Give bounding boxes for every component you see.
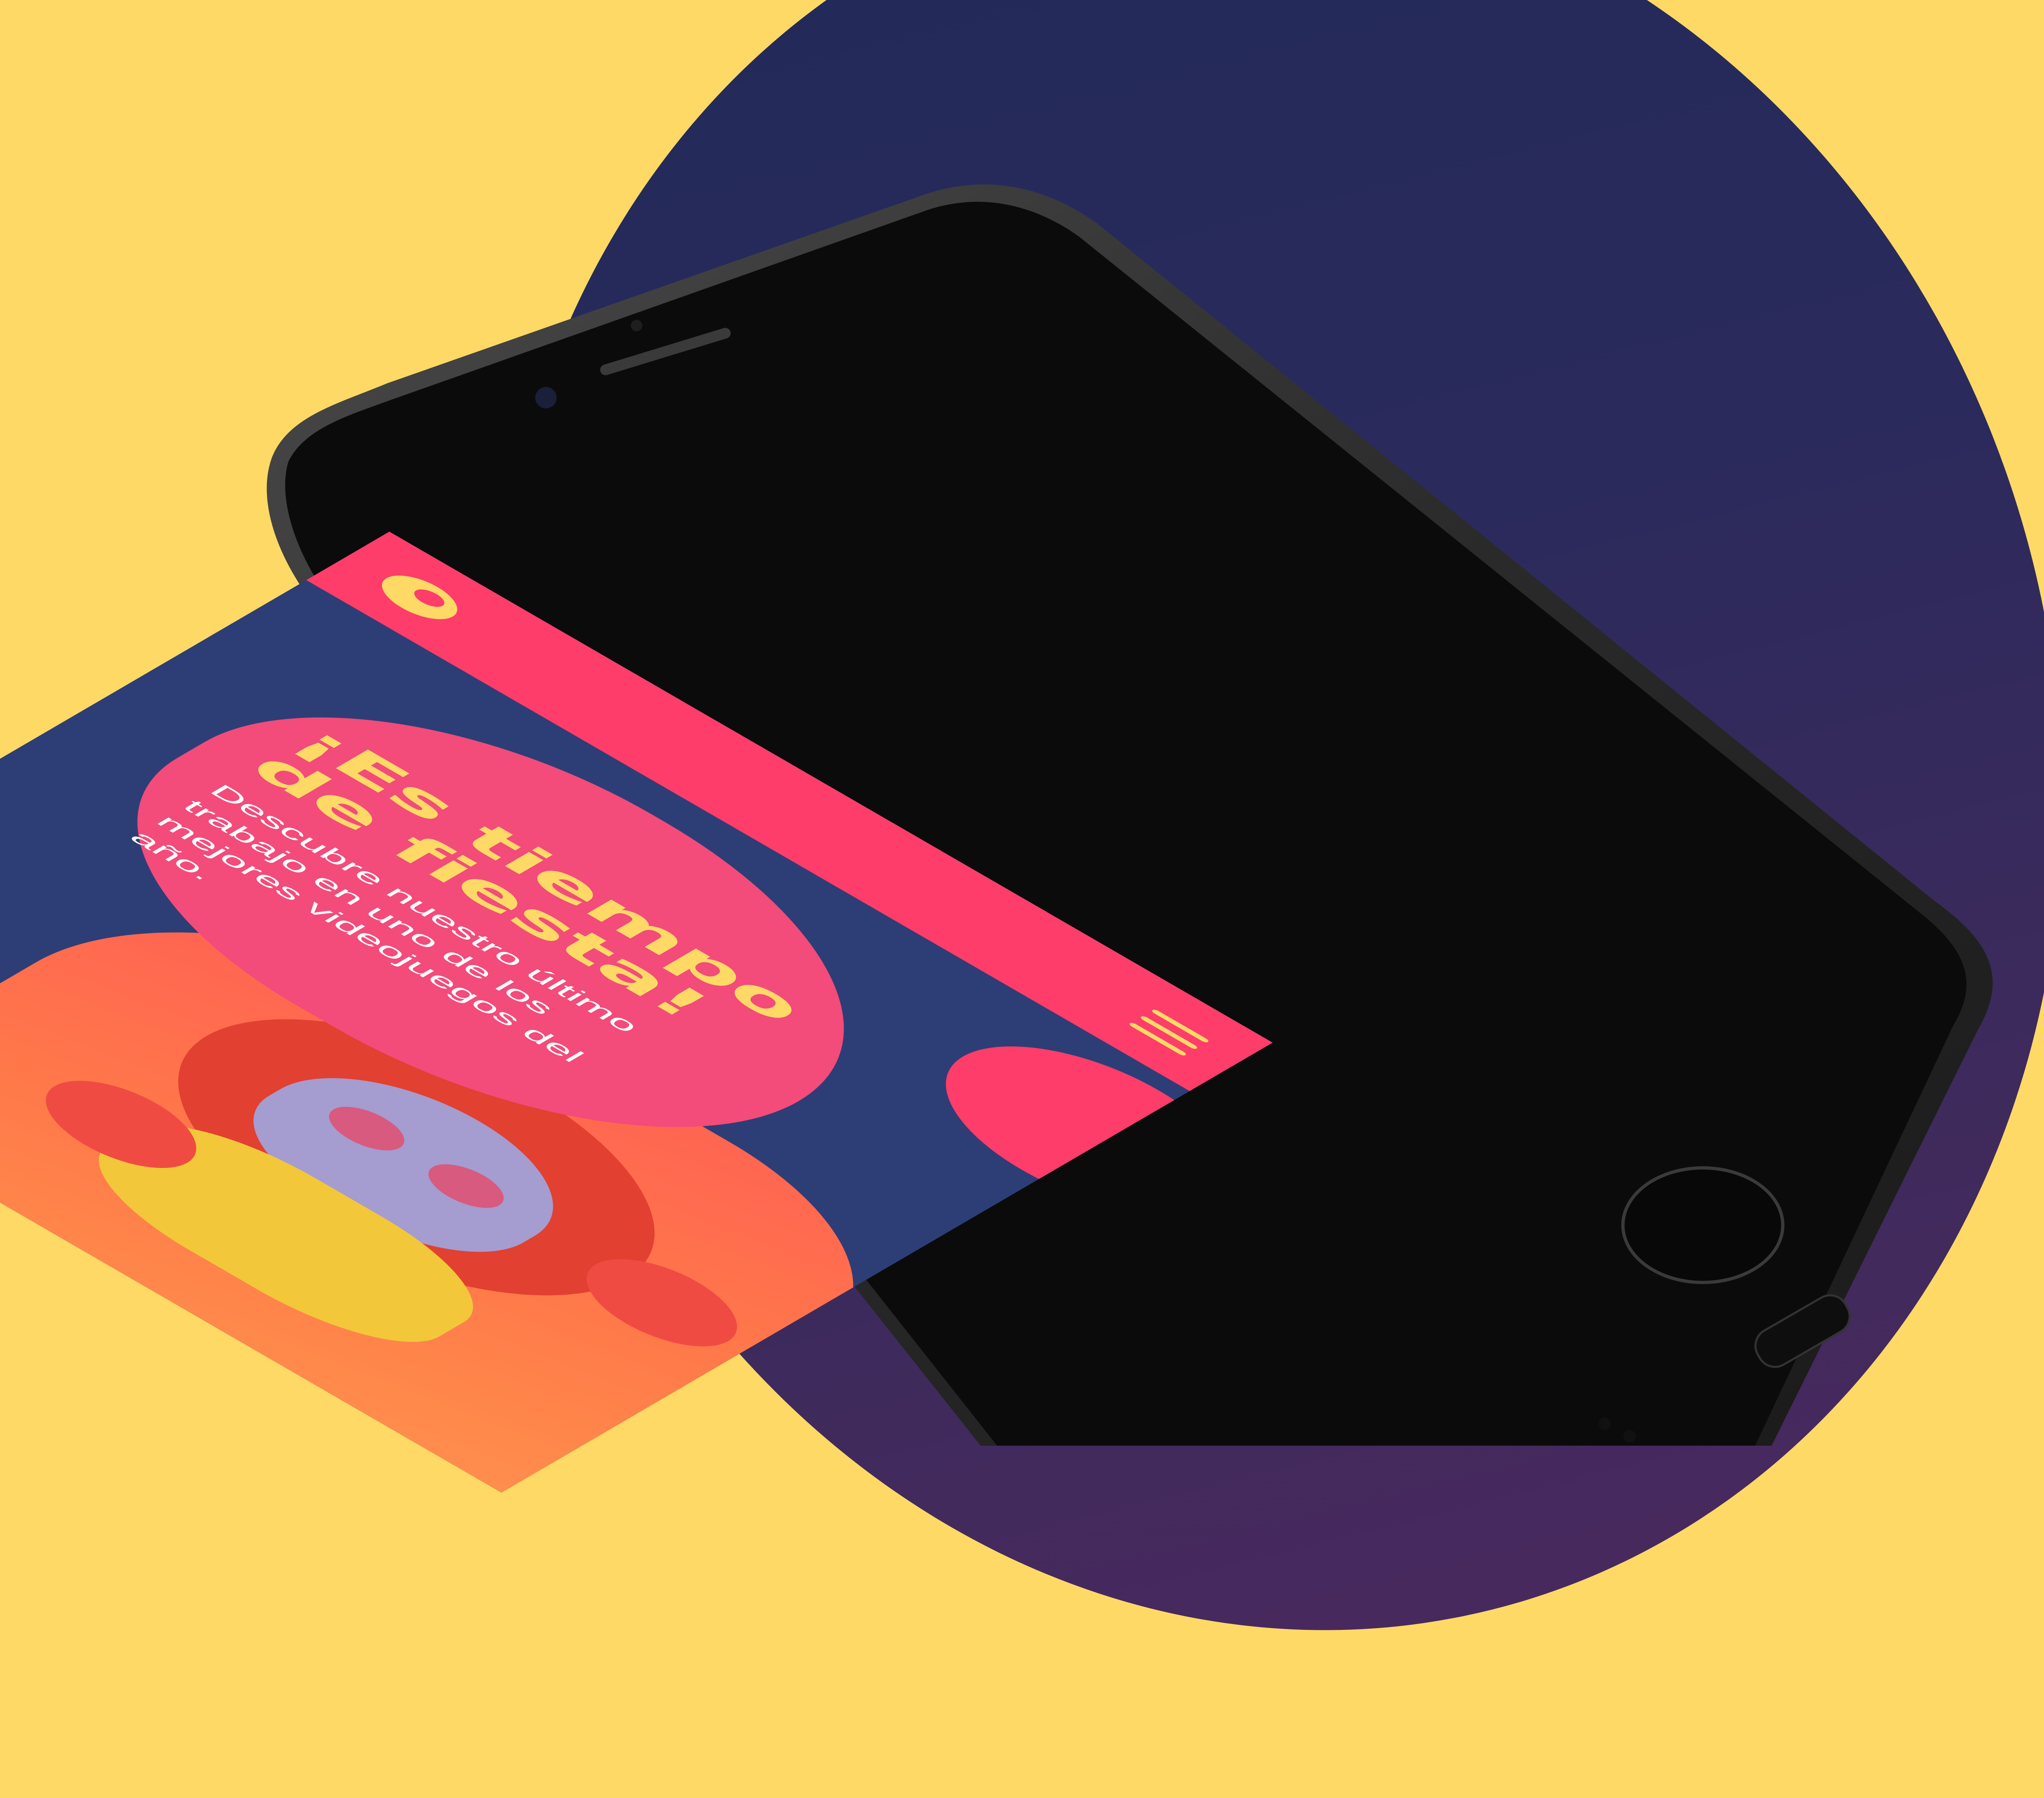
hamburger-menu-icon[interactable] (1128, 1009, 1210, 1057)
skull-eye (316, 1099, 418, 1158)
home-button[interactable] (1621, 1166, 1784, 1284)
front-camera (535, 387, 557, 408)
speaker-grille-dot (1623, 1430, 1636, 1442)
skull-eye (415, 1156, 517, 1216)
logo-icon[interactable] (368, 567, 471, 627)
proximity-sensor (631, 320, 642, 331)
speaker-grille-dot (1599, 1418, 1611, 1430)
